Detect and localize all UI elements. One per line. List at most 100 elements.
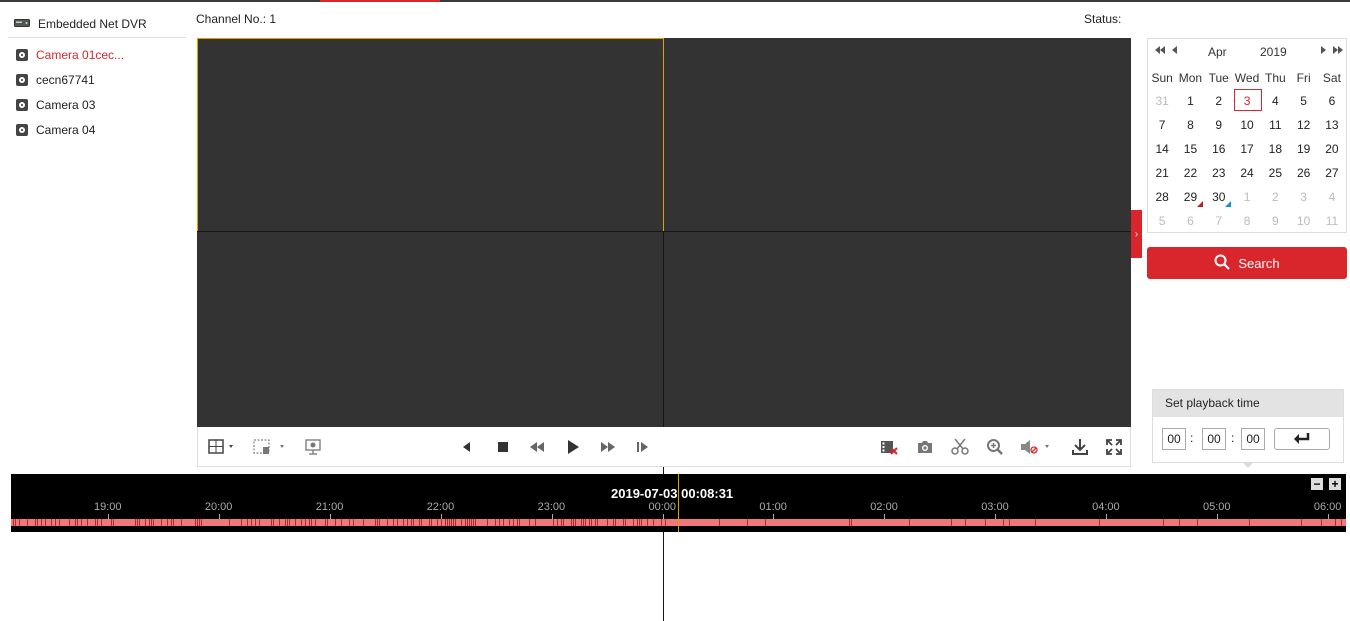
playback-cursor[interactable]: [678, 474, 679, 532]
calendar-day[interactable]: 10: [1233, 113, 1261, 137]
video-pane-3[interactable]: [197, 232, 663, 427]
calendar-day[interactable]: 29: [1176, 185, 1204, 209]
record-segment: [137, 519, 138, 526]
timeline-zoom-in-button[interactable]: +: [1329, 478, 1341, 490]
previous-month-icon[interactable]: [1171, 45, 1178, 58]
calendar-day[interactable]: 3: [1289, 185, 1317, 209]
calendar-day[interactable]: 7: [1205, 209, 1233, 233]
calendar-day[interactable]: 11: [1261, 113, 1289, 137]
device-tree-root[interactable]: Embedded Net DVR: [14, 15, 147, 33]
record-segment: [951, 519, 952, 526]
window-layout-button[interactable]: [204, 437, 242, 457]
calendar-day[interactable]: 21: [1148, 161, 1176, 185]
search-button[interactable]: Search: [1147, 247, 1347, 279]
fullscreen-button[interactable]: [1103, 437, 1125, 457]
record-segment: [437, 519, 438, 526]
single-frame-button[interactable]: [633, 437, 653, 457]
clear-all-button[interactable]: [252, 437, 288, 457]
calendar-day[interactable]: 17: [1233, 137, 1261, 161]
calendar-day[interactable]: 25: [1261, 161, 1289, 185]
record-segment: [241, 519, 242, 526]
calendar-day[interactable]: 28: [1148, 185, 1176, 209]
next-year-icon[interactable]: [1332, 45, 1344, 58]
calendar-day[interactable]: 15: [1176, 137, 1204, 161]
record-segment: [335, 519, 336, 526]
camera-item-1[interactable]: Camera 01cec...: [16, 46, 124, 64]
record-segment: [471, 519, 472, 526]
timeline-zoom-out-button[interactable]: −: [1311, 478, 1323, 490]
video-pane-4[interactable]: [664, 232, 1131, 427]
calendar-day[interactable]: 1: [1233, 185, 1261, 209]
calendar-day[interactable]: 30: [1205, 185, 1233, 209]
calendar-day[interactable]: 5: [1289, 89, 1317, 113]
camera-label: cecn67741: [36, 73, 95, 87]
record-segment: [75, 519, 76, 526]
next-month-icon[interactable]: [1320, 45, 1327, 58]
calendar-day[interactable]: 2: [1261, 185, 1289, 209]
record-segment: [529, 519, 530, 526]
calendar-day[interactable]: 6: [1318, 89, 1346, 113]
capture-button[interactable]: [914, 437, 936, 457]
fast-forward-button[interactable]: [597, 437, 619, 457]
calendar-day[interactable]: 24: [1233, 161, 1261, 185]
play-button[interactable]: [562, 437, 584, 457]
stop-button[interactable]: [493, 437, 513, 457]
calendar-day[interactable]: 20: [1318, 137, 1346, 161]
record-segment: [325, 519, 326, 526]
volume-button[interactable]: [1018, 437, 1058, 457]
calendar-day[interactable]: 4: [1261, 89, 1289, 113]
calendar-day[interactable]: 13: [1318, 113, 1346, 137]
calendar-day[interactable]: 26: [1289, 161, 1317, 185]
slow-forward-button[interactable]: [526, 437, 548, 457]
calendar-day[interactable]: 9: [1205, 113, 1233, 137]
zoom-in-button[interactable]: [984, 437, 1006, 457]
calendar-day[interactable]: 16: [1205, 137, 1233, 161]
calendar-day[interactable]: 2: [1205, 89, 1233, 113]
hour-field[interactable]: 00: [1162, 428, 1186, 450]
previous-year-icon[interactable]: [1154, 45, 1166, 58]
timeline[interactable]: 2019-07-03 00:08:31 − + 19:00 20:00 21:00 2…: [11, 474, 1346, 532]
video-pane-2[interactable]: [664, 38, 1131, 231]
calendar-day[interactable]: 12: [1289, 113, 1317, 137]
calendar-day[interactable]: 22: [1176, 161, 1204, 185]
calendar-day[interactable]: 4: [1318, 185, 1346, 209]
download-button[interactable]: [1069, 437, 1091, 457]
calendar-day[interactable]: 18: [1261, 137, 1289, 161]
clip-button[interactable]: [949, 437, 971, 457]
calendar-day[interactable]: 5: [1148, 209, 1176, 233]
calendar-month[interactable]: Apr: [1208, 45, 1227, 59]
collapse-panel-button[interactable]: ›: [1131, 210, 1142, 258]
calendar-day[interactable]: 6: [1176, 209, 1204, 233]
calendar-day[interactable]: 10: [1289, 209, 1317, 233]
go-to-time-button[interactable]: [1274, 428, 1330, 450]
camera-item-3[interactable]: Camera 03: [16, 96, 95, 114]
second-field[interactable]: 00: [1241, 428, 1265, 450]
record-segment: [403, 519, 404, 526]
calendar-day[interactable]: 9: [1261, 209, 1289, 233]
weekday-header: Fri: [1296, 71, 1311, 85]
record-segment: [419, 519, 420, 526]
calendar-year[interactable]: 2019: [1260, 45, 1287, 59]
digital-zoom-button[interactable]: [302, 437, 324, 457]
stop-all-clip-button[interactable]: [878, 437, 900, 457]
minute-field[interactable]: 00: [1202, 428, 1226, 450]
calendar-day[interactable]: 14: [1148, 137, 1176, 161]
camera-item-2[interactable]: cecn67741: [16, 71, 95, 89]
calendar-day[interactable]: 1: [1176, 89, 1204, 113]
record-segment: [19, 519, 20, 526]
calendar-day[interactable]: 8: [1233, 209, 1261, 233]
video-pane-1[interactable]: [197, 38, 664, 232]
calendar-day[interactable]: 23: [1205, 161, 1233, 185]
time-separator: :: [1231, 431, 1235, 445]
reverse-play-button[interactable]: [456, 437, 476, 457]
record-segment: [151, 519, 152, 526]
calendar-day[interactable]: 8: [1176, 113, 1204, 137]
calendar-day[interactable]: 11: [1318, 209, 1346, 233]
calendar-day[interactable]: 7: [1148, 113, 1176, 137]
calendar-day[interactable]: 19: [1289, 137, 1317, 161]
record-segment: [97, 519, 98, 526]
camera-item-4[interactable]: Camera 04: [16, 121, 95, 139]
calendar-day[interactable]: 3: [1233, 89, 1263, 113]
calendar-day[interactable]: 27: [1318, 161, 1346, 185]
calendar-day[interactable]: 31: [1148, 89, 1176, 113]
